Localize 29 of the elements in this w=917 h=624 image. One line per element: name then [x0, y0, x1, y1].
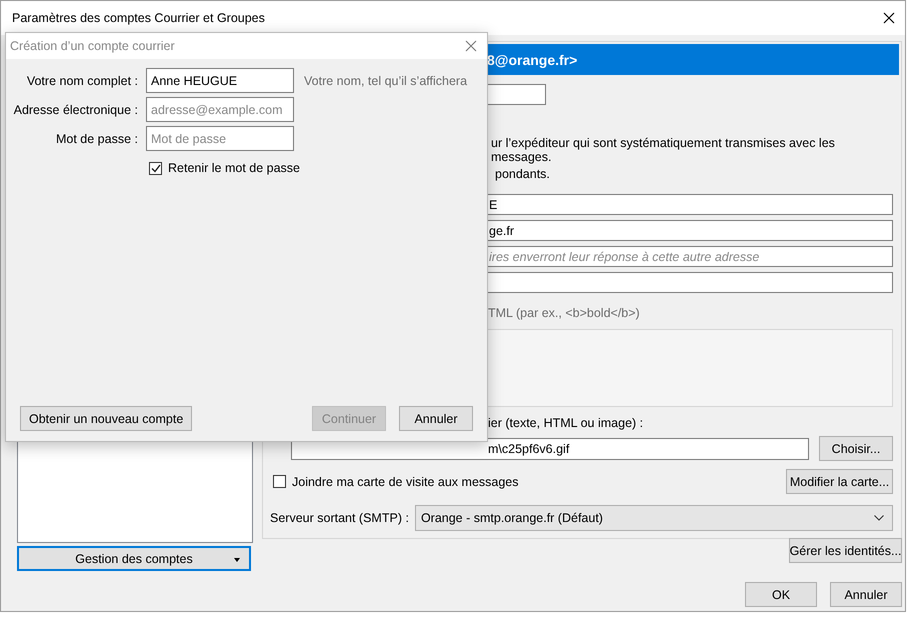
caret-icon — [234, 558, 240, 562]
manage-identities-button[interactable]: Gérer les identités... — [789, 538, 902, 563]
signature-label: ier (texte, HTML ou image) : — [488, 416, 644, 430]
smtp-select[interactable]: Orange - smtp.orange.fr (Défaut) — [414, 505, 893, 531]
hint-text: Votre nom, tel qu’il s’affichera — [303, 74, 468, 88]
input-field[interactable] — [486, 84, 546, 105]
vcard-checkbox[interactable]: Joindre ma carte de visite aux messages — [273, 474, 518, 488]
dialog-button[interactable]: Annuler — [830, 582, 902, 607]
dialog-button[interactable]: OK — [745, 582, 817, 607]
chevron-down-icon — [874, 515, 884, 521]
hint-text: TML (par ex., <b>bold</b>) — [488, 306, 641, 320]
smtp-label: Serveur sortant (SMTP) : — [270, 511, 409, 525]
cancel-button[interactable]: Annuler — [399, 406, 473, 431]
file-path-field[interactable]: m\c25pf6v6.gif — [291, 438, 809, 460]
get-account-button[interactable]: Obtenir un nouveau compte — [20, 406, 192, 431]
description-text: ur l’expéditeur qui sont systématiquement transmises avec les messages. — [491, 136, 836, 164]
input-field[interactable]: Anne HEUGUE — [146, 68, 294, 93]
field-label: Votre nom complet : — [26, 74, 138, 88]
checkmark-icon — [150, 164, 160, 172]
remember-password-checkbox[interactable]: Retenir le mot de passe — [149, 161, 487, 175]
field-label: Adresse électronique : — [12, 102, 138, 116]
account-actions-button[interactable]: Gestion des comptes — [17, 546, 251, 571]
description-text: pondants. — [494, 167, 551, 181]
dialog-title: Création d’un compte courrier — [10, 39, 175, 53]
window-title: Paramètres des comptes Courrier et Groupes — [12, 11, 265, 25]
choose-button[interactable]: Choisir... — [819, 436, 893, 461]
close-icon[interactable] — [883, 12, 895, 24]
edit-card-button[interactable]: Modifier la carte... — [786, 469, 893, 494]
field-label: Mot de passe : — [55, 132, 138, 146]
